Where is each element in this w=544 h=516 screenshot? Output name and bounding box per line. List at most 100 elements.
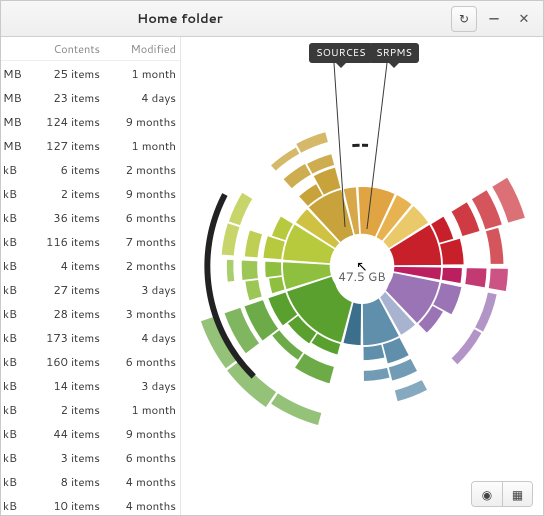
- treemap-view-button[interactable]: ▦: [502, 482, 532, 506]
- cell-size: kB: [3, 449, 27, 466]
- view-switcher: ◉ ▦: [471, 481, 533, 507]
- cell-items: 127 items: [27, 137, 108, 154]
- cell-modified: 2 months: [108, 161, 176, 178]
- sunburst-segment[interactable]: [488, 268, 508, 291]
- cell-modified: 9 months: [108, 113, 176, 130]
- cell-size: MB: [3, 137, 27, 154]
- table-row[interactable]: kB2 items1 month: [1, 397, 180, 421]
- table-row[interactable]: kB28 items3 months: [1, 301, 180, 325]
- sunburst-segment[interactable]: [221, 223, 240, 256]
- sunburst-segment[interactable]: [241, 260, 258, 280]
- table-row[interactable]: kB173 items4 days: [1, 325, 180, 349]
- cell-items: 25 items: [27, 65, 108, 82]
- table-row[interactable]: kB160 items6 months: [1, 349, 180, 373]
- minimize-icon: —: [489, 10, 498, 28]
- cell-size: MB: [3, 113, 27, 130]
- sunburst-segment[interactable]: [228, 192, 252, 225]
- sunburst-segment[interactable]: [363, 344, 385, 360]
- cell-modified: 9 months: [108, 425, 176, 442]
- cell-size: kB: [3, 305, 27, 322]
- cell-items: 14 items: [27, 377, 108, 394]
- cell-items: 36 items: [27, 209, 108, 226]
- cell-size: kB: [3, 185, 27, 202]
- cell-modified: 1 month: [108, 401, 176, 418]
- cell-size: kB: [3, 209, 27, 226]
- chart-area: 47.5 GB SOURCES SRPMS ↖ ◉ ▦: [181, 37, 543, 515]
- table-rows: MB25 items1 monthMB23 items4 daysMB124 i…: [1, 61, 180, 515]
- sunburst-icon: ◉: [482, 486, 492, 503]
- cell-size: kB: [3, 329, 27, 346]
- sunburst-segment[interactable]: [283, 163, 311, 188]
- cell-modified: 4 months: [108, 497, 176, 514]
- cell-items: 6 items: [27, 161, 108, 178]
- cell-modified: 4 days: [108, 89, 176, 106]
- sunburst-segment[interactable]: [363, 367, 390, 381]
- table-row[interactable]: MB124 items9 months: [1, 109, 180, 133]
- side-panel: Contents Modified MB25 items1 monthMB23 …: [1, 37, 181, 515]
- cell-modified: 3 months: [108, 305, 176, 322]
- cell-size: MB: [3, 65, 27, 82]
- table-row[interactable]: kB116 items7 months: [1, 229, 180, 253]
- tooltip-sources: SOURCES: [309, 43, 373, 63]
- cell-modified: 2 months: [108, 257, 176, 274]
- table-row[interactable]: kB36 items6 months: [1, 205, 180, 229]
- sunburst-segment[interactable]: [394, 379, 427, 401]
- sunburst-segment[interactable]: [244, 230, 262, 258]
- cell-modified: 3 days: [108, 281, 176, 298]
- table-row[interactable]: kB14 items3 days: [1, 373, 180, 397]
- table-row[interactable]: kB3 items6 months: [1, 445, 180, 469]
- sunburst-segment[interactable]: [441, 267, 462, 283]
- cell-modified: 3 days: [108, 377, 176, 394]
- sunburst-segment[interactable]: [475, 292, 498, 332]
- sunburst-segment[interactable]: [465, 268, 487, 288]
- cell-items: 4 items: [27, 257, 108, 274]
- cell-size: kB: [3, 353, 27, 370]
- cell-size: kB: [3, 497, 27, 514]
- cell-items: 173 items: [27, 329, 108, 346]
- sunburst-segment[interactable]: [226, 259, 234, 282]
- header-modified[interactable]: Modified: [108, 41, 176, 57]
- table-row[interactable]: kB6 items2 months: [1, 157, 180, 181]
- tooltip-srpms: SRPMS: [369, 43, 419, 63]
- table-row[interactable]: kB8 items4 months: [1, 469, 180, 493]
- sunburst-segment[interactable]: [227, 359, 277, 408]
- window-body: Contents Modified MB25 items1 monthMB23 …: [1, 37, 543, 515]
- close-icon: ✕: [519, 10, 530, 28]
- cell-size: kB: [3, 257, 27, 274]
- sunburst-segment[interactable]: [265, 261, 282, 277]
- chart-center-label: 47.5 GB: [334, 248, 390, 304]
- sunburst-segment[interactable]: [271, 393, 322, 426]
- header-contents[interactable]: Contents: [1, 41, 108, 57]
- minimize-button[interactable]: —: [481, 6, 507, 32]
- sunburst-segment[interactable]: [296, 132, 329, 153]
- sunburst-segment[interactable]: [245, 280, 262, 301]
- cell-items: 10 items: [27, 497, 108, 514]
- sunburst-segment[interactable]: [270, 147, 299, 171]
- cell-size: kB: [3, 281, 27, 298]
- sunburst-segment[interactable]: [269, 276, 285, 293]
- table-row[interactable]: kB44 items9 months: [1, 421, 180, 445]
- table-row[interactable]: MB127 items1 month: [1, 133, 180, 157]
- cell-items: 27 items: [27, 281, 108, 298]
- table-row[interactable]: kB10 items4 months: [1, 493, 180, 515]
- cell-size: kB: [3, 425, 27, 442]
- cell-modified: 6 months: [108, 209, 176, 226]
- table-row[interactable]: MB25 items1 month: [1, 61, 180, 85]
- close-button[interactable]: ✕: [511, 6, 537, 32]
- cell-size: kB: [3, 377, 27, 394]
- reload-button[interactable]: ↻: [451, 6, 477, 32]
- sunburst-view-button[interactable]: ◉: [472, 482, 502, 506]
- cell-items: 2 items: [27, 401, 108, 418]
- cell-size: MB: [3, 89, 27, 106]
- sunburst-segment[interactable]: [451, 329, 482, 365]
- sunburst-segment[interactable]: [294, 353, 334, 384]
- table-row[interactable]: MB23 items4 days: [1, 85, 180, 109]
- window-title: Home folder: [7, 10, 451, 28]
- table-row[interactable]: kB2 items9 months: [1, 181, 180, 205]
- treemap-icon: ▦: [512, 486, 523, 503]
- table-row[interactable]: kB27 items3 days: [1, 277, 180, 301]
- table-row[interactable]: kB4 items2 months: [1, 253, 180, 277]
- sunburst-segment[interactable]: [485, 227, 503, 264]
- titlebar-right: ↻ — ✕: [451, 6, 537, 32]
- cell-modified: 7 months: [108, 233, 176, 250]
